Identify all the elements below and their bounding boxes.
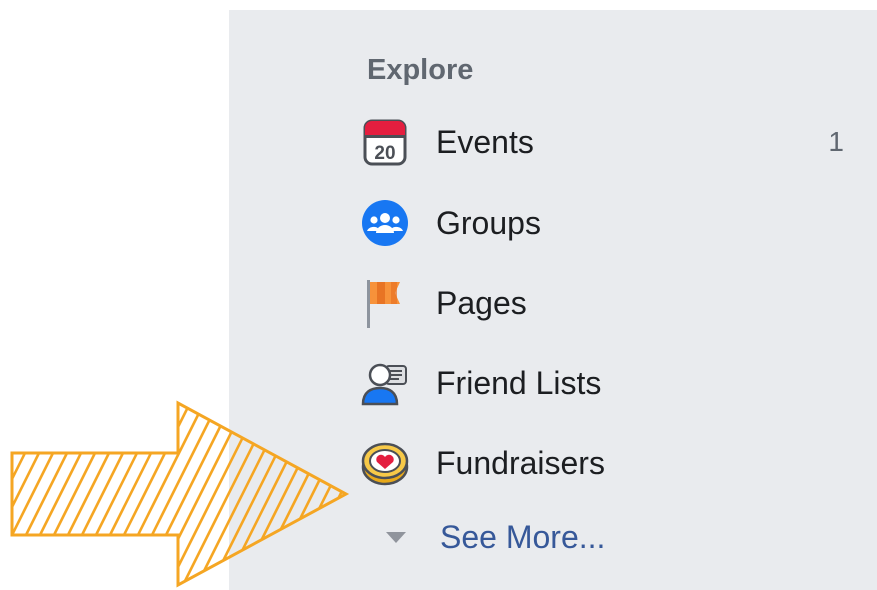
sidebar-item-friend-lists[interactable]: Friend Lists (358, 353, 848, 413)
arrow-hatch-line (22, 403, 126, 585)
arrow-hatch-line (218, 403, 322, 585)
arrow-hatch-line (148, 403, 252, 585)
arrow-hatch-line (232, 403, 336, 585)
arrow-hatch-line (50, 403, 154, 585)
arrow-hatch-line (344, 403, 346, 585)
arrow-hatch-line (246, 403, 346, 585)
arrow-hatch-line (12, 403, 112, 585)
calendar-day-text: 20 (374, 143, 395, 164)
caret-down-icon (386, 531, 406, 543)
arrow-hatch-line (12, 403, 14, 585)
arrow-hatch-line (120, 403, 224, 585)
see-more-link[interactable]: See More... (372, 512, 605, 562)
sidebar-item-label: Friend Lists (436, 365, 602, 401)
flag-icon (358, 276, 412, 330)
groups-icon (358, 196, 412, 250)
sidebar-item-fundraisers[interactable]: Fundraisers (358, 433, 848, 493)
arrow-hatch-line (78, 403, 182, 585)
sidebar-item-label: Fundraisers (436, 445, 605, 481)
sidebar-item-label: Events (436, 124, 534, 160)
screenshot-stage: Explore 20 Events 1 Groups Pages Friend … (0, 0, 877, 590)
sidebar-item-label: Groups (436, 205, 541, 241)
fundraiser-heart-coin-icon (358, 436, 412, 490)
arrow-hatch-line (106, 403, 210, 585)
friend-list-icon (358, 356, 412, 410)
arrow-hatch-line (12, 403, 98, 585)
arrow-hatch-line (36, 403, 140, 585)
sidebar-item-groups[interactable]: Groups (358, 193, 848, 253)
hatched-arrow-icon (10, 400, 350, 588)
sidebar-item-events[interactable]: 20 Events 1 (358, 112, 848, 172)
arrow-hatch-line (274, 403, 346, 585)
sidebar-item-pages[interactable]: Pages (358, 273, 848, 333)
events-count-badge: 1 (828, 126, 844, 157)
arrow-hatch-line (316, 403, 346, 585)
calendar-icon: 20 (358, 115, 412, 169)
arrow-hatch-line (64, 403, 168, 585)
see-more-label: See More... (440, 518, 606, 555)
explore-heading: Explore (367, 54, 474, 86)
sidebar-item-label: Pages (436, 285, 527, 321)
